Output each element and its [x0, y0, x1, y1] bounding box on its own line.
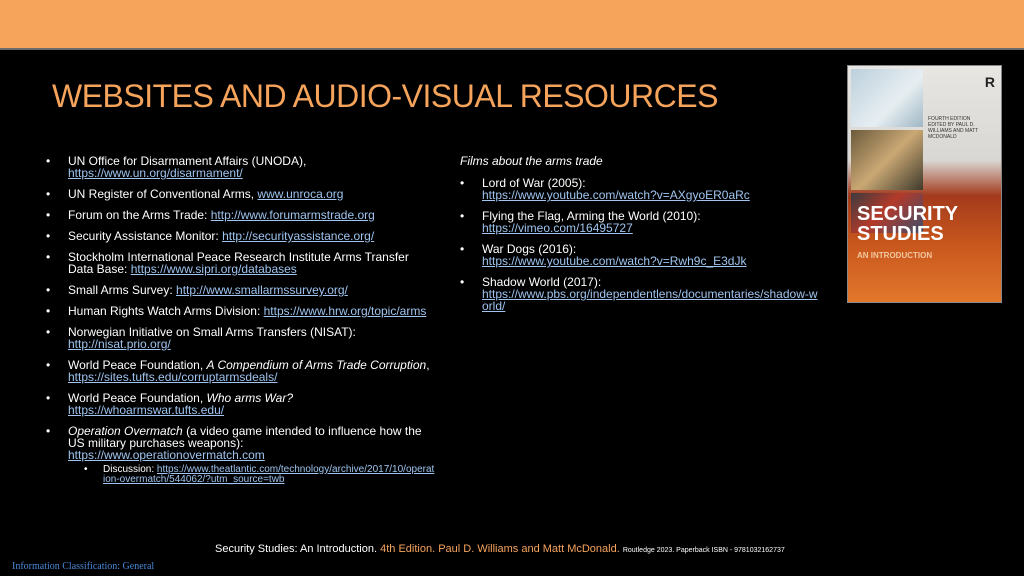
hrw-link[interactable]: https://www.hrw.org/topic/arms: [264, 304, 427, 318]
unoda-link[interactable]: https://www.un.org/disarmament/: [68, 166, 243, 180]
cover-photo-medical: [851, 69, 923, 127]
unroca-link[interactable]: www.unroca.org: [257, 187, 343, 201]
list-item: UN Register of Conventional Arms, www.un…: [46, 188, 436, 200]
list-item: Stockholm International Peace Research I…: [46, 251, 436, 275]
list-item: Shadow World (2017): https://www.pbs.org…: [460, 276, 820, 312]
list-item: Small Arms Survey: http://www.smallarmss…: [46, 284, 436, 296]
list-item: Forum on the Arms Trade: http://www.foru…: [46, 209, 436, 221]
book-cover-image: R FOURTH EDITION EDITED BY PAUL D. WILLI…: [847, 65, 1002, 303]
cover-edition-text: FOURTH EDITION EDITED BY PAUL D. WILLIAM…: [928, 116, 979, 140]
flying-the-flag-link[interactable]: https://vimeo.com/16495727: [482, 221, 633, 235]
films-list: Lord of War (2005): https://www.youtube.…: [460, 177, 820, 312]
list-item: UN Office for Disarmament Affairs (UNODA…: [46, 155, 436, 179]
security-assistance-link[interactable]: http://securityassistance.org/: [222, 229, 374, 243]
lord-of-war-link[interactable]: https://www.youtube.com/watch?v=AXgyoER0…: [482, 188, 750, 202]
list-item: Lord of War (2005): https://www.youtube.…: [460, 177, 820, 201]
operation-overmatch-link[interactable]: https://www.operationovermatch.com: [68, 448, 265, 462]
top-banner: [0, 0, 1024, 50]
list-item: Human Rights Watch Arms Division: https:…: [46, 305, 436, 317]
list-item: Norwegian Initiative on Small Arms Trans…: [46, 326, 436, 350]
shadow-world-link[interactable]: https://www.pbs.org/independentlens/docu…: [482, 287, 818, 313]
list-item: World Peace Foundation, A Compendium of …: [46, 359, 436, 383]
list-item: Flying the Flag, Arming the World (2010)…: [460, 210, 820, 234]
list-item: World Peace Foundation, Who arms War? ht…: [46, 392, 436, 416]
small-arms-survey-link[interactable]: http://www.smallarmssurvey.org/: [176, 283, 348, 297]
war-dogs-link[interactable]: https://www.youtube.com/watch?v=Rwh9c_E3…: [482, 254, 746, 268]
cover-photo-crowd: [851, 130, 923, 190]
list-item: Discussion: https://www.theatlantic.com/…: [84, 465, 436, 485]
nisat-link[interactable]: http://nisat.prio.org/: [68, 337, 171, 351]
websites-column: UN Office for Disarmament Affairs (UNODA…: [46, 155, 436, 494]
films-column: Films about the arms trade Lord of War (…: [460, 155, 820, 321]
list-item: Operation Overmatch (a video game intend…: [46, 425, 436, 485]
publisher-logo: R: [984, 74, 995, 90]
page-title: WEBSITES AND AUDIO-VISUAL RESOURCES: [52, 78, 718, 114]
websites-list: UN Office for Disarmament Affairs (UNODA…: [46, 155, 436, 485]
cover-title: SECURITY STUDIES: [857, 203, 958, 245]
films-heading: Films about the arms trade: [460, 154, 603, 168]
footer-citation: Security Studies: An Introduction. 4th E…: [215, 543, 785, 555]
forum-arms-trade-link[interactable]: http://www.forumarmstrade.org: [211, 208, 375, 222]
sipri-link[interactable]: https://www.sipri.org/databases: [131, 262, 297, 276]
cover-subtitle: AN INTRODUCTION: [857, 251, 933, 260]
list-item: War Dogs (2016): https://www.youtube.com…: [460, 243, 820, 267]
list-item: Security Assistance Monitor: http://secu…: [46, 230, 436, 242]
classification-label: Information Classification: General: [12, 561, 155, 572]
corrupt-arms-deals-link[interactable]: https://sites.tufts.edu/corruptarmsdeals…: [68, 370, 277, 384]
who-arms-war-link[interactable]: https://whoarmswar.tufts.edu/: [68, 403, 224, 417]
sub-list: Discussion: https://www.theatlantic.com/…: [68, 465, 436, 485]
